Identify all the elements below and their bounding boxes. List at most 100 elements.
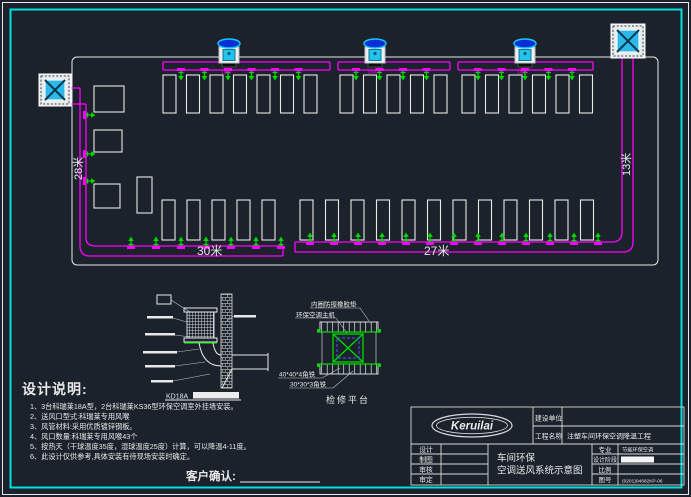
machine-rect [187, 75, 200, 113]
machine-rect [462, 75, 475, 113]
outlet-arrow-head [546, 76, 552, 81]
wall-hatch [221, 294, 232, 388]
note-item: 3、风管材料:采用优质镀锌钢板。 [30, 422, 137, 431]
duct-tap [152, 246, 160, 249]
detail-platform: 内圈防振橡胶垫 环保空调主机 40*40*4角铁 30*30*3角铁 检修平台 [278, 300, 381, 406]
machine-rect [257, 75, 270, 113]
dimension-left: 28米 [72, 157, 85, 180]
outlet-arrow-head [595, 233, 601, 238]
duct-tap [252, 246, 260, 249]
duct-tap [568, 68, 576, 71]
note-item: 2、送风口型式:科瑞莱专用风喉 [30, 412, 129, 421]
outlet-arrow-head [278, 237, 284, 242]
duct-tap [83, 111, 86, 119]
stage-highlight-bar [621, 457, 654, 463]
duct-right-outer [295, 58, 633, 252]
outlet-arrow-head [228, 237, 234, 242]
outlet-arrow-head [178, 76, 184, 81]
duct-tap [402, 242, 410, 245]
unit-flange-bottom [184, 338, 217, 342]
machine-rect [94, 130, 122, 152]
duct-tap [399, 68, 407, 71]
duct-tap [570, 242, 578, 245]
duct-tap [423, 68, 431, 71]
role-check-label: 审核 [419, 465, 433, 474]
title-block: Keruilai 建设单位 工程名称 注塑车间环保空调降温工程 设计 制图 审核… [411, 407, 684, 485]
fan-hub [523, 52, 526, 55]
duct-tap [177, 68, 185, 71]
machine-rect [281, 75, 294, 113]
outlet-arrow-head [203, 237, 209, 242]
machine-rect [187, 200, 200, 240]
outlet-arrow-head [475, 233, 481, 238]
platform-rail-bottom [320, 364, 378, 374]
duct-tap [352, 68, 360, 71]
project-label: 工程名称 [535, 432, 562, 441]
outlet-arrow-head [569, 76, 575, 81]
machine-rect [262, 200, 275, 240]
machine-rect [411, 75, 424, 113]
specialty-value: 节能环保空调 [622, 446, 653, 454]
generated-geometry [39, 24, 645, 249]
machine-rect [479, 200, 492, 240]
leader-line [171, 300, 190, 312]
project-value: 注塑车间环保空调降温工程 [567, 432, 651, 441]
duct-tap [248, 68, 256, 71]
role-draft-label: 制图 [419, 455, 433, 464]
outlet-arrow-head [547, 233, 553, 238]
owner-label: 建设单位 [535, 414, 562, 423]
outlet-arrow-head [296, 76, 302, 81]
machine-rect [162, 200, 175, 240]
duct-tap [522, 242, 530, 245]
machine-rect [581, 200, 594, 240]
scale-label: 比例 [599, 465, 612, 474]
machine-rect [533, 75, 546, 113]
duct-tap [498, 68, 506, 71]
outlet-arrow-head [225, 76, 231, 81]
label-angle-iron: 40*40*4角铁 [279, 370, 316, 379]
outlet-arrow-head [202, 76, 208, 81]
detail-wall-section: KD18A [143, 294, 268, 401]
duct-tap [277, 246, 285, 249]
label-ac-main-unit: 环保空调主机 [296, 310, 336, 319]
outlet-arrow-head [272, 76, 278, 81]
duct-tap [177, 246, 185, 249]
duct-tap [450, 242, 458, 245]
duct-header [163, 62, 330, 70]
role-design-label: 设计 [419, 445, 433, 454]
machine-rect [530, 200, 543, 240]
duct-right-inner [295, 58, 622, 242]
machine-rect [486, 75, 499, 113]
customer-confirm-label: 客户确认: [185, 469, 236, 483]
leader-line [360, 308, 369, 321]
duct-tap [306, 242, 314, 245]
cad-drawing-canvas: 28米 13米 30米 27米 18A 18A 18A KD18A [0, 0, 691, 497]
fan-cowl [514, 39, 536, 48]
duct-tap [354, 242, 362, 245]
machine-rect [555, 200, 568, 240]
duct-tap [295, 68, 303, 71]
machine-rect [377, 200, 390, 240]
outlet-arrow-head [522, 76, 528, 81]
outlet-arrow-head [400, 76, 406, 81]
drawing-title-line1: 车间环保 [497, 452, 536, 464]
fan-label-1: 18A [221, 70, 231, 76]
machine-rect [509, 75, 522, 113]
duct-tap [594, 242, 602, 245]
machine-rect [210, 75, 223, 113]
fan-hub [373, 52, 376, 55]
duct-tap [201, 68, 209, 71]
duct-left-outer [80, 88, 283, 256]
cad-sheet: 28米 13米 30米 27米 18A 18A 18A KD18A [0, 0, 691, 497]
drawing-no-label: 图号 [599, 476, 613, 484]
machine-rect [580, 75, 593, 113]
machine-rect [434, 75, 447, 113]
notes-title: 设计说明: [22, 381, 88, 397]
outlet-arrow-head [424, 76, 430, 81]
machine-rect [402, 200, 415, 240]
stage-label: 设计阶段 [593, 456, 617, 464]
duct-tap [545, 68, 553, 71]
fan-label-3: 18A [517, 70, 527, 76]
label-rubber-pad: 内圈防振橡胶垫 [311, 300, 357, 309]
outlet-arrow-head [377, 76, 383, 81]
